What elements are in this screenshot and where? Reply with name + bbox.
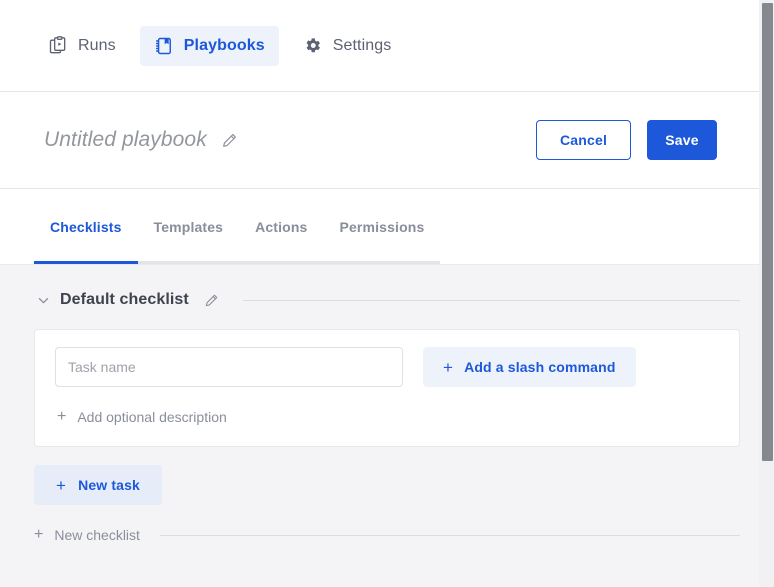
task-name-input[interactable] [55, 347, 403, 387]
tab-checklists-label: Checklists [50, 218, 122, 235]
nav-item-runs-label: Runs [78, 36, 116, 54]
tab-templates[interactable]: Templates [137, 189, 240, 264]
checklist-pencil-icon[interactable] [201, 289, 223, 311]
tab-permissions-underline [323, 261, 441, 264]
page-title: Untitled playbook [44, 128, 207, 151]
add-optional-description-label: Add optional description [77, 409, 227, 425]
new-checklist-row: + New checklist [0, 505, 774, 543]
checklist-header: Default checklist [0, 265, 774, 311]
new-task-label: New task [78, 477, 140, 493]
tab-actions-underline [239, 261, 324, 264]
tab-checklists-underline [34, 261, 138, 264]
tab-templates-label: Templates [153, 218, 224, 235]
plus-icon: + [443, 357, 454, 377]
add-slash-command-label: Add a slash command [464, 359, 616, 375]
tab-actions-label: Actions [255, 218, 308, 235]
plus-icon: + [57, 408, 67, 425]
tab-bar: Checklists Templates Actions Permissions [0, 189, 774, 265]
tab-permissions-label: Permissions [339, 218, 425, 235]
vertical-scrollbar-track[interactable] [759, 0, 774, 587]
vertical-scrollbar-thumb[interactable] [762, 3, 773, 461]
nav-item-settings-label: Settings [332, 36, 392, 54]
new-checklist-button[interactable]: + New checklist [34, 526, 140, 544]
playbook-editor-window: Runs Playbooks Settings Untitled playboo… [0, 0, 774, 587]
nav-item-playbooks-label: Playbooks [183, 36, 265, 54]
checklists-content-area: Default checklist + Add a slash command … [0, 265, 774, 587]
pencil-icon[interactable] [219, 129, 241, 151]
clipboard-play-icon [48, 35, 68, 56]
save-button[interactable]: Save [647, 120, 717, 160]
nav-item-runs[interactable]: Runs [34, 26, 130, 66]
tab-templates-underline [137, 261, 240, 264]
add-slash-command-button[interactable]: + Add a slash command [423, 347, 636, 387]
new-task-button[interactable]: + New task [34, 465, 162, 505]
plus-icon: + [56, 475, 67, 495]
add-optional-description-button[interactable]: + Add optional description [55, 408, 227, 426]
new-checklist-divider [159, 534, 740, 536]
top-navigation-bar: Runs Playbooks Settings [0, 0, 774, 92]
playbook-title-bar: Untitled playbook Cancel Save [0, 92, 774, 189]
nav-item-playbooks[interactable]: Playbooks [139, 25, 279, 66]
gear-icon [303, 36, 323, 56]
checklist-title: Default checklist [60, 291, 189, 308]
tab-checklists[interactable]: Checklists [34, 189, 138, 264]
plus-icon: + [34, 526, 44, 543]
chevron-down-icon[interactable] [34, 291, 52, 309]
task-card: + Add a slash command + Add optional des… [34, 329, 740, 447]
playbook-book-icon [154, 36, 174, 56]
tab-permissions[interactable]: Permissions [323, 189, 441, 264]
task-card-top-row: + Add a slash command [55, 347, 719, 387]
new-checklist-label: New checklist [54, 527, 140, 543]
nav-item-settings[interactable]: Settings [289, 26, 406, 66]
tab-actions[interactable]: Actions [239, 189, 324, 264]
cancel-button[interactable]: Cancel [536, 120, 631, 160]
checklist-header-divider [242, 299, 740, 301]
